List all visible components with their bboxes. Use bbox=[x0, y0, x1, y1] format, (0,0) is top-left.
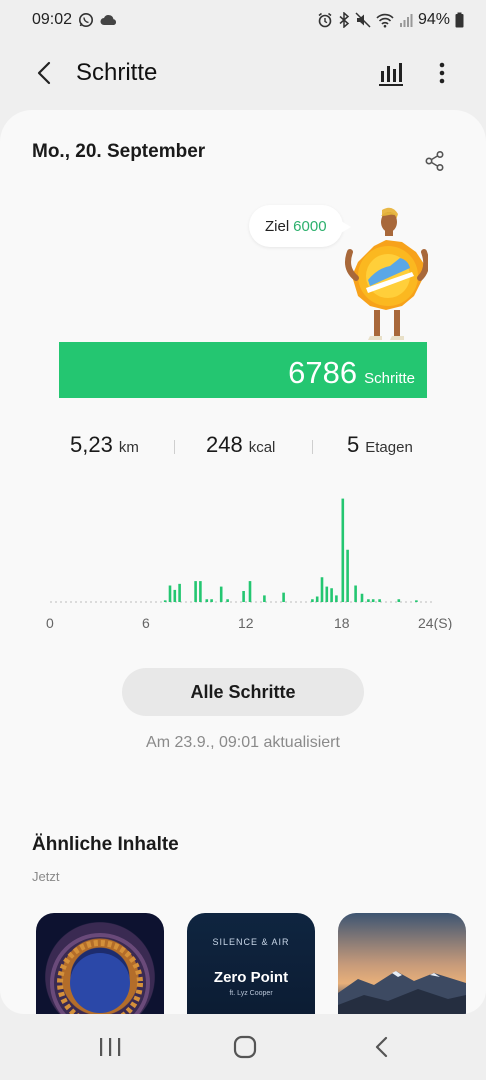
whatsapp-icon bbox=[78, 12, 94, 28]
back-arrow-icon[interactable] bbox=[24, 53, 64, 93]
stat-value: 248 bbox=[206, 432, 243, 457]
city-sphere-image bbox=[50, 933, 150, 1014]
chart-bar bbox=[378, 599, 381, 602]
similar-content-title: Ähnliche Inhalte bbox=[32, 834, 179, 855]
chart-bar bbox=[205, 599, 209, 602]
stat-value: 5,23 bbox=[70, 432, 113, 457]
chart-bar bbox=[282, 592, 285, 602]
status-time: 09:02 bbox=[32, 11, 73, 28]
chart-bar bbox=[341, 498, 345, 602]
chart-bar bbox=[178, 583, 181, 602]
chart-bar bbox=[173, 589, 177, 602]
steps-progress-bar: 6786 Schritte bbox=[59, 342, 427, 398]
steps-count: 6786 bbox=[288, 355, 358, 390]
more-vert-icon[interactable] bbox=[428, 56, 456, 90]
battery-text: 94% bbox=[417, 11, 450, 28]
chart-bar bbox=[354, 585, 357, 602]
last-updated-text: Am 23.9., 09:01 aktualisiert bbox=[146, 734, 340, 751]
page-title: Schritte bbox=[76, 59, 158, 86]
chart-x-tick-label: 18 bbox=[334, 615, 350, 630]
chart-bar bbox=[163, 600, 167, 602]
alarm-icon bbox=[317, 12, 333, 28]
stat-calories: 248 kcal bbox=[206, 432, 275, 458]
chart-x-tick-label: 0 bbox=[46, 615, 54, 630]
navigation-bar bbox=[0, 1014, 486, 1080]
chart-bar bbox=[210, 599, 213, 602]
chart-x-tick-label: 6 bbox=[142, 615, 150, 630]
similar-content-subtitle: Jetzt bbox=[32, 869, 60, 884]
chart-bar bbox=[367, 599, 370, 602]
chart-x-tick-label: 12 bbox=[238, 615, 254, 630]
nav-back-icon[interactable] bbox=[362, 1032, 402, 1062]
steps-unit: Schritte bbox=[364, 370, 415, 387]
chart-x-tick-label: 24(S) bbox=[418, 615, 452, 630]
chart-bar bbox=[242, 591, 245, 602]
cloud-icon bbox=[100, 14, 118, 26]
chart-bar bbox=[371, 599, 375, 602]
chart-bar bbox=[248, 581, 252, 602]
home-icon[interactable] bbox=[225, 1032, 265, 1062]
chart-bar bbox=[168, 585, 172, 602]
item-title: Zero Point bbox=[213, 969, 289, 986]
bar-chart-icon[interactable] bbox=[374, 56, 408, 90]
steps-card: Mo., 20. September Ziel 6000 6786 Schrit bbox=[0, 110, 486, 1014]
goal-label: Ziel bbox=[265, 217, 290, 235]
item-subtitle: ft. Lyz Cooper bbox=[229, 990, 273, 997]
chart-bar bbox=[194, 581, 197, 602]
stat-unit: kcal bbox=[248, 439, 276, 456]
battery-icon bbox=[455, 12, 464, 28]
recents-icon[interactable] bbox=[90, 1032, 130, 1062]
bluetooth-icon bbox=[338, 12, 350, 28]
goal-mascot-illustration bbox=[344, 206, 430, 342]
signal-icon bbox=[399, 12, 413, 28]
date-title: Mo., 20. September bbox=[32, 141, 206, 162]
chart-bar bbox=[219, 586, 223, 602]
all-steps-button[interactable]: Alle Schritte bbox=[122, 668, 364, 716]
chart-bar bbox=[226, 599, 229, 602]
stat-value: 5 bbox=[347, 432, 360, 457]
app-bar: Schritte bbox=[0, 48, 486, 98]
chart-bar bbox=[346, 549, 349, 602]
stat-distance: 5,23 km bbox=[70, 432, 139, 458]
stat-unit: Etagen bbox=[365, 439, 413, 456]
stat-floors: 5 Etagen bbox=[347, 432, 413, 458]
similar-item-3[interactable] bbox=[338, 913, 466, 1014]
share-icon[interactable] bbox=[420, 146, 450, 176]
chart-bar bbox=[315, 596, 319, 602]
stat-divider bbox=[312, 440, 313, 454]
goal-bubble: Ziel 6000 bbox=[249, 205, 351, 247]
wifi-icon bbox=[376, 12, 394, 28]
chart-bar bbox=[335, 595, 338, 602]
chart-bar bbox=[415, 600, 418, 602]
item-brand: SILENCE & AIR bbox=[212, 937, 290, 947]
stat-divider bbox=[174, 440, 175, 454]
hourly-steps-chart: 0 6 12 18 24(S) bbox=[46, 498, 452, 630]
chart-bar bbox=[263, 595, 266, 602]
similar-item-2[interactable]: SILENCE & AIR Zero Point ft. Lyz Cooper bbox=[187, 913, 315, 1014]
chart-bar bbox=[397, 599, 401, 602]
status-bar: 09:02 94% bbox=[0, 0, 486, 40]
chart-bar bbox=[320, 577, 324, 602]
mute-icon bbox=[355, 12, 371, 28]
mountain-image bbox=[338, 971, 466, 1014]
similar-item-1[interactable] bbox=[36, 913, 164, 1014]
chart-bar bbox=[199, 581, 202, 602]
chart-bar bbox=[325, 586, 329, 602]
chart-bar bbox=[330, 588, 333, 602]
stats-row: 5,23 km 248 kcal 5 Etagen bbox=[0, 432, 486, 464]
stat-unit: km bbox=[118, 439, 139, 456]
goal-value: 6000 bbox=[293, 217, 327, 235]
chart-bar bbox=[311, 599, 314, 602]
chart-bar bbox=[360, 593, 364, 602]
